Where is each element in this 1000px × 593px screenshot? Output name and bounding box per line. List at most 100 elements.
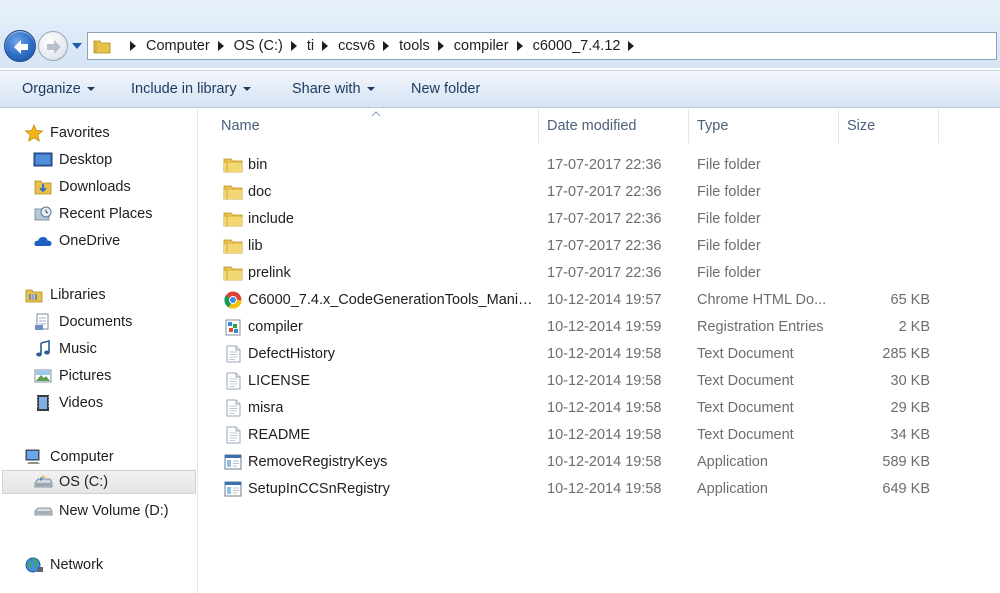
file-name: prelink — [248, 264, 291, 281]
forward-button[interactable] — [38, 31, 68, 61]
registry-icon — [225, 319, 241, 335]
breadcrumb-separator-icon[interactable] — [321, 41, 329, 51]
file-row[interactable]: DefectHistory 10-12-2014 19:58 Text Docume… — [199, 340, 1000, 367]
sidebar-label: Downloads — [59, 179, 131, 195]
file-size: 649 KB — [882, 480, 930, 497]
file-name: compiler — [248, 318, 303, 335]
breadcrumb-separator-icon[interactable] — [382, 41, 390, 51]
breadcrumb-separator-icon[interactable] — [217, 41, 225, 51]
sidebar-label: Pictures — [59, 368, 112, 384]
recent-pages-dropdown-icon[interactable] — [71, 41, 83, 51]
address-bar[interactable]: Computer OS (C:) ti ccsv6 tools compiler… — [87, 32, 997, 60]
file-name-cell: RemoveRegistryKeys — [223, 448, 533, 475]
sidebar-label: Network — [50, 557, 104, 573]
file-row[interactable]: SetupInCCSnRegistry 10-12-2014 19:58 Appli… — [199, 475, 1000, 502]
sidebar-item-new-volume-d[interactable]: New Volume (D:) — [33, 499, 169, 523]
sidebar-item-os-c[interactable]: OS (C:) — [2, 470, 196, 494]
sidebar-item-favorites[interactable]: Favorites — [24, 121, 110, 145]
sidebar-item-videos[interactable]: Videos — [33, 391, 103, 415]
sidebar-item-downloads[interactable]: Downloads — [33, 175, 131, 199]
sidebar-label: Libraries — [50, 287, 106, 303]
file-date-modified: 17-07-2017 22:36 — [547, 183, 662, 200]
breadcrumb-separator-icon[interactable] — [129, 41, 137, 51]
file-row[interactable]: lib 17-07-2017 22:36 File folder — [199, 232, 1000, 259]
breadcrumb-separator-icon[interactable] — [290, 41, 298, 51]
text-document-icon — [226, 372, 241, 389]
file-row[interactable]: misra 10-12-2014 19:58 Text Document 29 KB — [199, 394, 1000, 421]
sidebar-item-documents[interactable]: Documents — [33, 310, 132, 334]
cloud-icon — [34, 237, 52, 246]
sidebar-item-pictures[interactable]: Pictures — [33, 364, 111, 388]
file-row[interactable]: README 10-12-2014 19:58 Text Document 34 KB — [199, 421, 1000, 448]
file-row[interactable]: include 17-07-2017 22:36 File folder — [199, 205, 1000, 232]
file-date-modified: 10-12-2014 19:59 — [547, 318, 662, 335]
folder-icon — [223, 185, 243, 199]
file-row[interactable]: compiler 10-12-2014 19:59 Registration Ent… — [199, 313, 1000, 340]
file-type: File folder — [697, 237, 761, 254]
file-row[interactable]: doc 17-07-2017 22:36 File folder — [199, 178, 1000, 205]
breadcrumb-separator-icon[interactable] — [516, 41, 524, 51]
file-name-cell: compiler — [223, 313, 533, 340]
include-in-library-button[interactable]: Include in library — [131, 81, 251, 97]
organize-button[interactable]: Organize — [22, 81, 95, 97]
file-date-modified: 10-12-2014 19:58 — [547, 345, 662, 362]
sidebar-label: OneDrive — [59, 233, 121, 249]
file-size: 65 KB — [890, 291, 931, 308]
text-document-icon — [226, 345, 241, 362]
file-date-modified: 10-12-2014 19:58 — [547, 372, 662, 389]
drive-icon — [34, 475, 53, 488]
folder-icon — [93, 40, 111, 54]
title-bar: Computer OS (C:) ti ccsv6 tools compiler… — [0, 0, 1000, 68]
column-header-name[interactable]: Name — [213, 109, 539, 143]
breadcrumb-separator-icon[interactable] — [627, 41, 635, 51]
file-size: 589 KB — [882, 453, 930, 470]
file-size: 34 KB — [890, 426, 931, 443]
share-with-label: Share with — [292, 81, 361, 97]
share-with-button[interactable]: Share with — [292, 81, 375, 97]
file-name: lib — [248, 237, 263, 254]
sidebar-item-onedrive[interactable]: OneDrive — [33, 229, 120, 253]
file-row[interactable]: bin 17-07-2017 22:36 File folder — [199, 151, 1000, 178]
sidebar-item-desktop[interactable]: Desktop — [33, 148, 112, 172]
file-row[interactable]: prelink 17-07-2017 22:36 File folder — [199, 259, 1000, 286]
file-type: Chrome HTML Do... — [697, 291, 827, 308]
dropdown-arrow-icon — [242, 87, 251, 91]
file-name: bin — [248, 156, 268, 173]
file-row[interactable]: C6000_7.4.x_CodeGenerationTools_Manif...… — [199, 286, 1000, 313]
file-name-cell: LICENSE — [223, 367, 533, 394]
breadcrumb-compiler[interactable]: compiler — [454, 38, 509, 54]
breadcrumb-tools[interactable]: tools — [399, 38, 430, 54]
breadcrumb-c6000[interactable]: c6000_7.4.12 — [533, 38, 621, 54]
column-header-date-modified[interactable]: Date modified — [539, 109, 689, 143]
file-row[interactable]: RemoveRegistryKeys 10-12-2014 19:58 Applic… — [199, 448, 1000, 475]
column-header-size[interactable]: Size — [839, 109, 939, 143]
breadcrumb-os-c[interactable]: OS (C:) — [234, 38, 283, 54]
folder-icon — [223, 158, 243, 172]
application-icon — [224, 454, 242, 469]
file-row[interactable]: LICENSE 10-12-2014 19:58 Text Document 30 K… — [199, 367, 1000, 394]
music-icon — [36, 340, 50, 357]
sidebar-label: New Volume (D:) — [59, 503, 169, 519]
new-folder-button[interactable]: New folder — [411, 81, 480, 97]
file-date-modified: 17-07-2017 22:36 — [547, 210, 662, 227]
sidebar-item-recent-places[interactable]: Recent Places — [33, 202, 153, 226]
column-headers: Name Date modified Type Size — [199, 109, 1000, 143]
text-document-icon — [226, 426, 241, 443]
breadcrumb-ti[interactable]: ti — [307, 38, 314, 54]
sidebar-item-computer[interactable]: Computer — [24, 445, 114, 469]
back-button[interactable] — [4, 30, 36, 62]
sidebar-item-music[interactable]: Music — [33, 337, 97, 361]
breadcrumb-computer[interactable]: Computer — [146, 38, 210, 54]
file-name: doc — [248, 183, 272, 200]
file-size — [847, 151, 930, 178]
column-header-type[interactable]: Type — [689, 109, 839, 143]
file-name: SetupInCCSnRegistry — [248, 480, 390, 497]
sidebar-item-network[interactable]: Network — [24, 553, 103, 577]
column-header-label: Date modified — [547, 118, 637, 134]
organize-label: Organize — [22, 81, 81, 97]
breadcrumb: Computer OS (C:) ti ccsv6 tools compiler… — [122, 38, 644, 54]
file-name-cell: DefectHistory — [223, 340, 533, 367]
breadcrumb-ccsv6[interactable]: ccsv6 — [338, 38, 375, 54]
sidebar-item-libraries[interactable]: Libraries — [24, 283, 106, 307]
breadcrumb-separator-icon[interactable] — [437, 41, 445, 51]
